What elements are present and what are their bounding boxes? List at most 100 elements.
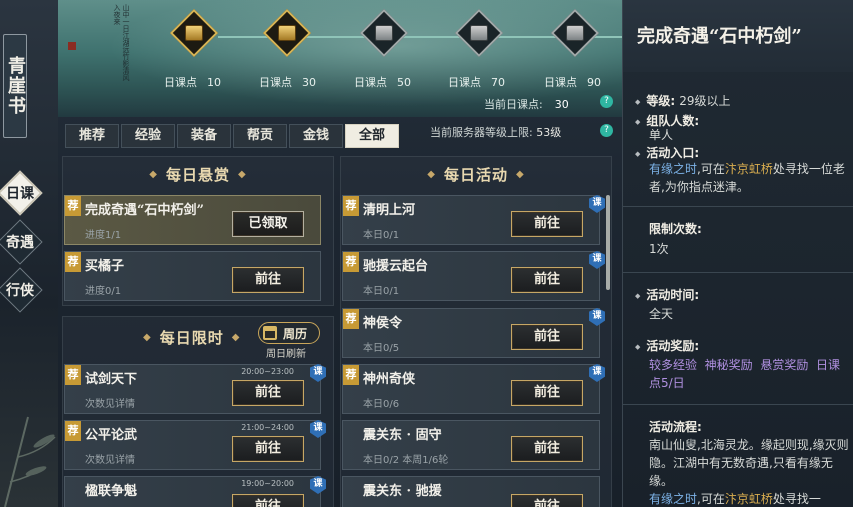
time-value: 全天 xyxy=(649,307,674,321)
panel-title: ◆ 每日悬赏 ◆ xyxy=(149,165,247,184)
recommend-tag: 荐 xyxy=(343,365,359,385)
milestone-label: 日课点 90 xyxy=(544,76,601,89)
activity-scrollbar[interactable] xyxy=(606,195,610,290)
progress-banner: 山中一日江湖远竹影清风入夜来 日课点 10 日课点 30 日课点 50 日课点 70 日… xyxy=(58,0,622,117)
go-button[interactable]: 前往 xyxy=(511,211,583,237)
task-name: 震关东 · 驰援 xyxy=(363,484,442,499)
limit-label: 限制次数: xyxy=(649,222,702,236)
seal-icon xyxy=(68,42,76,50)
milestone-label: 日课点 50 xyxy=(354,76,411,89)
reward-item[interactable]: 悬赏奖励 xyxy=(760,358,808,372)
panel-title: ◆ 每日活动 ◆ xyxy=(427,165,525,184)
task-progress: 次数见详情 xyxy=(85,455,135,466)
task-row[interactable]: 荐 买橘子 进度0/1 前往 xyxy=(64,251,321,301)
milestone-chest-30[interactable] xyxy=(262,8,312,58)
recommend-tag: 荐 xyxy=(65,196,81,216)
left-nav: 青崖书 日课 奇遇 行侠 xyxy=(0,0,58,507)
flow-link-location[interactable]: 汴京虹桥 xyxy=(725,492,773,506)
go-button[interactable]: 前往 xyxy=(511,324,583,350)
limit-value: 1次 xyxy=(649,242,669,256)
task-row[interactable]: 震关东 · 驰援 前往 xyxy=(342,476,600,507)
chest-silver-icon xyxy=(470,25,488,41)
task-progress: 次数见详情 xyxy=(85,399,135,410)
task-name: 完成奇遇“石中朽剑” xyxy=(85,203,204,218)
question-icon[interactable]: ? xyxy=(600,124,613,137)
chest-gold-icon xyxy=(185,25,203,41)
chest-silver-icon xyxy=(566,25,584,41)
go-button[interactable]: 前往 xyxy=(232,436,304,462)
recommend-tag: 荐 xyxy=(65,252,81,272)
entry-link-chance[interactable]: 有缘之时 xyxy=(649,162,697,176)
task-row[interactable]: 荐 驰援云起台 本日0/1 前往 课 xyxy=(342,251,605,301)
task-progress: 本日0/1 xyxy=(363,286,400,297)
go-button[interactable]: 前往 xyxy=(511,267,583,293)
go-button[interactable]: 前往 xyxy=(232,494,304,507)
reward-label: 活动奖励: xyxy=(635,337,699,354)
bamboo-decoration-icon xyxy=(4,416,56,507)
tab-recommend[interactable]: 推荐 xyxy=(65,124,119,148)
recommend-tag: 荐 xyxy=(343,252,359,272)
flow-text: 南山仙叟,北海灵龙。缘起则现,缘灭则隐。江湖中有无数奇遇,只看有缘无缘。 有缘之时… xyxy=(649,438,849,506)
question-icon[interactable]: ? xyxy=(600,95,613,108)
flow-link-chance[interactable]: 有缘之时 xyxy=(649,492,697,506)
task-name: 买橘子 xyxy=(85,259,125,274)
go-button[interactable]: 前往 xyxy=(232,380,304,406)
task-name: 驰援云起台 xyxy=(363,259,429,274)
recommend-tag: 荐 xyxy=(343,196,359,216)
go-button[interactable]: 前往 xyxy=(511,436,583,462)
entry-link-location[interactable]: 汴京虹桥 xyxy=(725,162,773,176)
team-value: 单人 xyxy=(649,128,674,142)
task-progress: 本日0/5 xyxy=(363,343,400,354)
task-progress: 进度1/1 xyxy=(85,230,122,241)
recommend-tag: 荐 xyxy=(65,421,81,441)
go-button[interactable]: 前往 xyxy=(511,494,583,507)
detail-title: 完成奇遇“石中朽剑” xyxy=(637,26,802,47)
task-time: 20:00~23:00 xyxy=(241,367,294,376)
task-time: 21:00~24:00 xyxy=(241,423,294,432)
tab-equipment[interactable]: 装备 xyxy=(177,124,231,148)
tab-money[interactable]: 金钱 xyxy=(289,124,343,148)
tab-guild-contribution[interactable]: 帮贡 xyxy=(233,124,287,148)
task-row[interactable]: 荐 清明上河 本日0/1 前往 课 xyxy=(342,195,605,245)
task-name: 神州奇侠 xyxy=(363,372,416,387)
task-row[interactable]: 楹联争魁 19:00~20:00 前往 课 xyxy=(64,476,326,507)
reward-item[interactable]: 神秘奖励 xyxy=(705,358,753,372)
time-label: 活动时间: xyxy=(635,286,699,303)
milestone-label: 日课点 70 xyxy=(448,76,505,89)
nav-tab-daily[interactable]: 日课 xyxy=(0,170,43,216)
level-row: 等级:29级以上 xyxy=(635,92,730,109)
milestone-chest-10[interactable] xyxy=(169,8,219,58)
milestone-chest-90[interactable] xyxy=(550,8,600,58)
entry-label: 活动入口: xyxy=(635,144,699,161)
task-row[interactable]: 荐 试剑天下 次数见详情 20:00~23:00 前往 课 xyxy=(64,364,326,414)
task-row[interactable]: 荐 神州奇侠 本日0/6 前往 课 xyxy=(342,364,605,414)
task-name: 试剑天下 xyxy=(85,372,138,387)
calendar-button[interactable]: 周历 xyxy=(258,322,320,344)
tab-all[interactable]: 全部 xyxy=(345,124,399,148)
calligraphy-decoration: 山中一日江湖远竹影清风入夜来 xyxy=(113,4,130,81)
nav-tab-encounter[interactable]: 奇遇 xyxy=(0,219,43,265)
task-row[interactable]: 震关东 · 固守 本日0/2 本周1/6轮 前往 xyxy=(342,420,600,470)
book-title: 青崖书 xyxy=(3,34,27,138)
chest-silver-icon xyxy=(375,25,393,41)
tab-experience[interactable]: 经验 xyxy=(121,124,175,148)
reward-item[interactable]: 较多经验 xyxy=(649,358,697,372)
go-button[interactable]: 前往 xyxy=(232,267,304,293)
go-button[interactable]: 前往 xyxy=(511,380,583,406)
milestone-label: 日课点 10 xyxy=(164,76,221,89)
task-name: 公平论武 xyxy=(85,428,138,443)
task-row[interactable]: 荐 公平论武 次数见详情 21:00~24:00 前往 课 xyxy=(64,420,326,470)
milestone-chest-70[interactable] xyxy=(454,8,504,58)
claimed-button[interactable]: 已领取 xyxy=(232,211,304,237)
refresh-note: 周日刷新 xyxy=(266,349,306,360)
nav-tab-chivalry[interactable]: 行侠 xyxy=(0,267,43,313)
task-progress: 本日0/1 xyxy=(363,230,400,241)
server-level-cap: 当前服务器等级上限: 53级 xyxy=(430,126,562,139)
recommend-tag: 荐 xyxy=(65,365,81,385)
task-row[interactable]: 荐 完成奇遇“石中朽剑” 进度1/1 已领取 xyxy=(64,195,321,245)
reward-list: 较多经验 神秘奖励 悬赏奖励 日课点5/日 xyxy=(649,356,849,392)
milestone-chest-50[interactable] xyxy=(359,8,409,58)
task-row[interactable]: 荐 神侯令 本日0/5 前往 课 xyxy=(342,308,605,358)
task-name: 清明上河 xyxy=(363,203,416,218)
task-progress: 本日0/6 xyxy=(363,399,400,410)
